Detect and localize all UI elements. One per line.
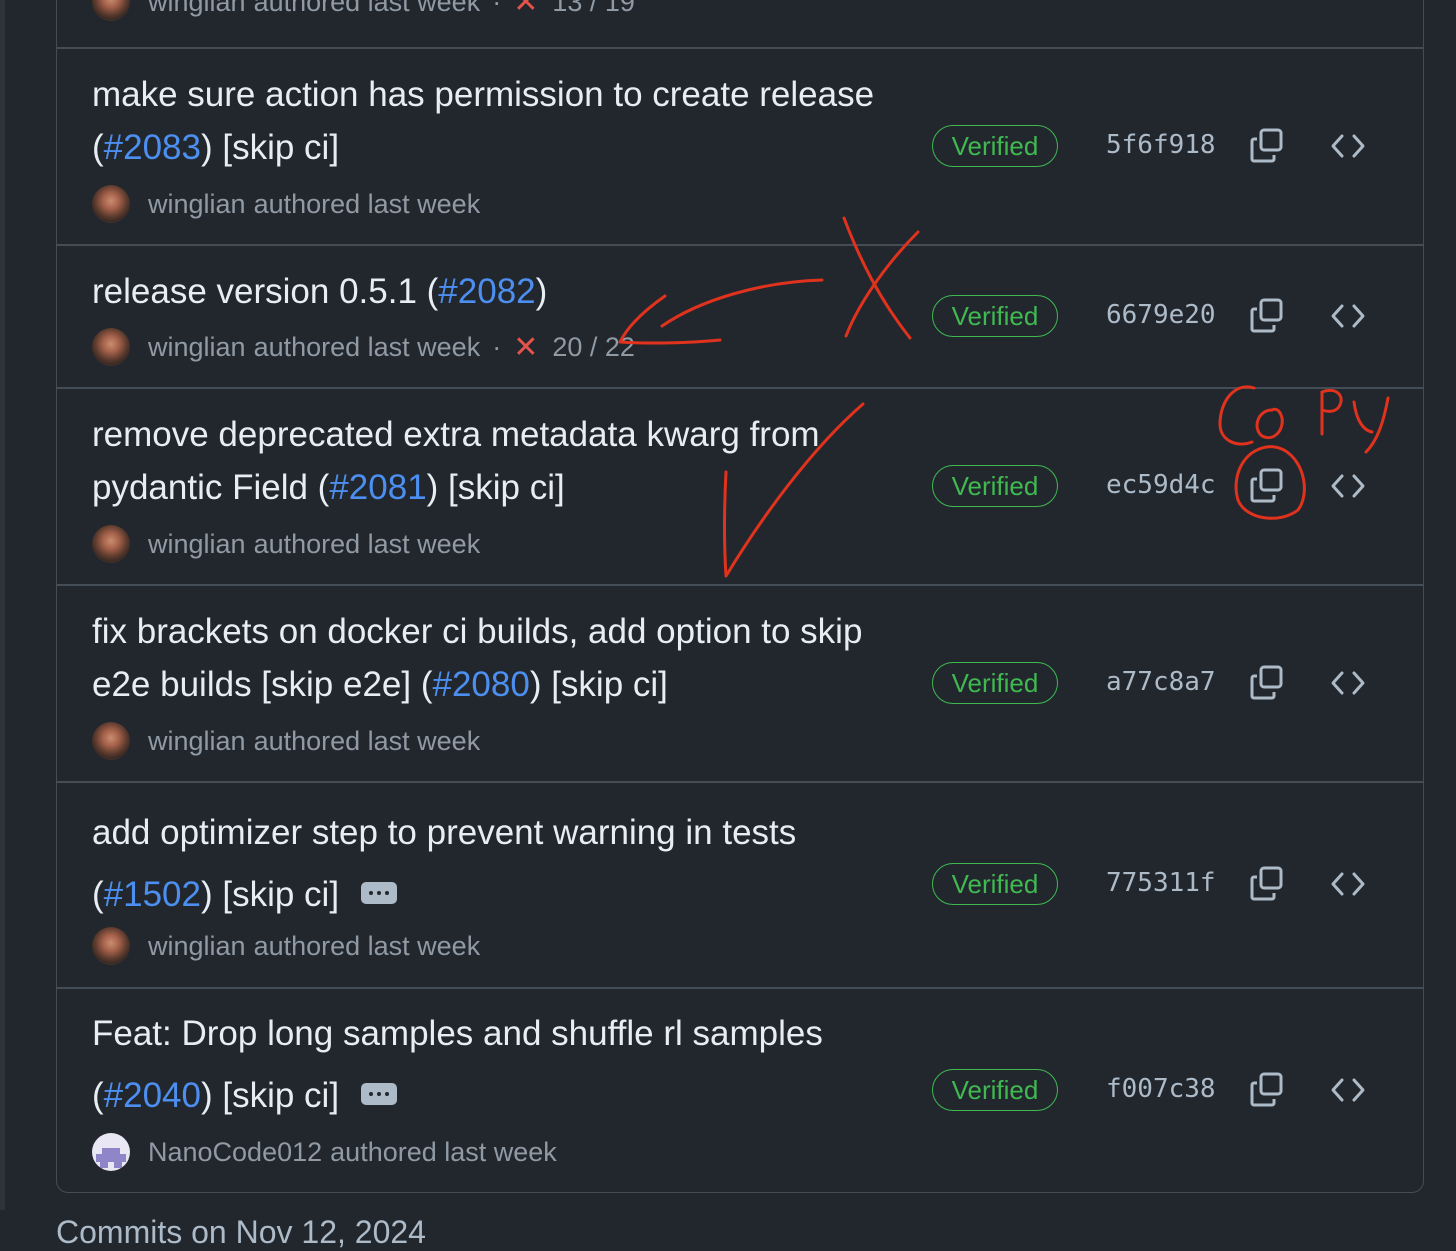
commit-meta: winglian authored last week xyxy=(92,926,480,966)
avatar[interactable] xyxy=(92,927,130,965)
checks-count[interactable]: 13 / 19 xyxy=(552,0,635,18)
checks-failed-icon[interactable]: ✕ xyxy=(513,0,538,20)
author-link[interactable]: winglian xyxy=(148,931,246,962)
commit-title[interactable]: remove deprecated extra metadata kwarg f… xyxy=(92,408,892,514)
commit-sha-link[interactable]: f007c38 xyxy=(1106,1074,1226,1104)
browse-code-icon[interactable] xyxy=(1328,126,1368,166)
authored-text: authored last week xyxy=(253,0,481,17)
commit-title[interactable]: release version 0.5.1 (#2082) xyxy=(92,265,892,318)
commit-meta: winglian authored last week xyxy=(92,524,480,564)
commit-row: make sure action has permission to creat… xyxy=(56,48,1424,244)
copy-icon[interactable] xyxy=(1248,1070,1288,1110)
commit-sha-link[interactable]: 6679e20 xyxy=(1106,300,1226,330)
commit-sha-link[interactable]: ec59d4c xyxy=(1106,470,1226,500)
copy-icon[interactable] xyxy=(1248,864,1288,904)
author-link[interactable]: winglian xyxy=(148,529,246,560)
commit-row: remove deprecated extra metadata kwarg f… xyxy=(56,388,1424,584)
avatar[interactable] xyxy=(92,525,130,563)
copy-icon[interactable] xyxy=(1248,466,1288,506)
pr-link[interactable]: #2080 xyxy=(432,665,529,704)
commit-row: add optimizer step to prevent warning in… xyxy=(56,782,1424,987)
verified-badge[interactable]: Verified xyxy=(932,1069,1058,1111)
avatar[interactable] xyxy=(92,185,130,223)
commit-row: Feat: Drop long samples and shuffle rl s… xyxy=(56,988,1424,1193)
verified-badge[interactable]: Verified xyxy=(932,863,1058,905)
commit-meta: winglian authored last week xyxy=(92,721,480,761)
authored-text: authored last week xyxy=(253,331,481,362)
browse-code-icon[interactable] xyxy=(1328,663,1368,703)
authored-text: authored last week xyxy=(253,188,481,219)
commit-sha-link[interactable]: 775311f xyxy=(1106,868,1226,898)
browse-code-icon[interactable] xyxy=(1328,296,1368,336)
avatar[interactable] xyxy=(92,328,130,366)
commit-title[interactable]: Feat: Drop long samples and shuffle rl s… xyxy=(92,1003,892,1127)
commit-sha-link[interactable]: 5f6f918 xyxy=(1106,130,1226,160)
avatar[interactable] xyxy=(92,1133,130,1171)
verified-badge[interactable]: Verified xyxy=(932,662,1058,704)
authored-text: authored last week xyxy=(253,528,481,559)
copy-icon[interactable] xyxy=(1248,296,1288,336)
browse-code-icon[interactable] xyxy=(1328,466,1368,506)
checks-failed-icon[interactable]: ✕ xyxy=(513,330,538,365)
commit-meta: NanoCode012 authored last week xyxy=(92,1132,557,1172)
verified-badge[interactable]: Verified xyxy=(932,465,1058,507)
authored-text: authored last week xyxy=(330,1136,557,1167)
pr-link[interactable]: #2040 xyxy=(104,1076,201,1115)
avatar[interactable] xyxy=(92,722,130,760)
commit-title[interactable]: add optimizer step to prevent warning in… xyxy=(92,802,892,926)
pr-link[interactable]: #2083 xyxy=(104,128,201,167)
commit-meta: winglian authored last week xyxy=(92,184,480,224)
commit-row: release version 0.5.1 (#2082) winglian a… xyxy=(56,245,1424,387)
browse-code-icon[interactable] xyxy=(1328,1070,1368,1110)
commit-sha-link[interactable]: a77c8a7 xyxy=(1106,667,1226,697)
separator-dot: · xyxy=(492,0,502,17)
browse-code-icon[interactable] xyxy=(1328,864,1368,904)
commit-meta: winglian authored last week · ✕ 20 / 22 xyxy=(92,327,635,367)
pr-link[interactable]: #1502 xyxy=(104,875,201,914)
commit-meta: winglian authored last week · ✕ 13 / 19 xyxy=(92,0,635,22)
author-link[interactable]: winglian xyxy=(148,726,246,757)
author-link[interactable]: winglian xyxy=(148,332,246,363)
checks-count[interactable]: 20 / 22 xyxy=(552,332,635,363)
separator-dot: · xyxy=(492,331,502,362)
author-link[interactable]: winglian xyxy=(148,189,246,220)
pr-link[interactable]: #2082 xyxy=(438,272,535,311)
commit-title[interactable]: make sure action has permission to creat… xyxy=(92,68,892,174)
expand-message-button[interactable] xyxy=(361,1082,398,1105)
copy-icon[interactable] xyxy=(1248,126,1288,166)
authored-text: authored last week xyxy=(253,930,481,961)
commits-date-heading: Commits on Nov 12, 2024 xyxy=(56,1214,426,1250)
commit-title[interactable]: fix brackets on docker ci builds, add op… xyxy=(92,605,892,711)
pr-link[interactable]: #2081 xyxy=(329,468,426,507)
verified-badge[interactable]: Verified xyxy=(932,295,1058,337)
left-gutter xyxy=(0,0,5,1210)
verified-badge[interactable]: Verified xyxy=(932,125,1058,167)
expand-message-button[interactable] xyxy=(361,881,398,904)
author-link[interactable]: NanoCode012 xyxy=(148,1137,322,1168)
avatar[interactable] xyxy=(92,0,130,21)
copy-icon[interactable] xyxy=(1248,663,1288,703)
commit-row: fix brackets on docker ci builds, add op… xyxy=(56,585,1424,781)
author-link[interactable]: winglian xyxy=(148,0,246,18)
authored-text: authored last week xyxy=(253,725,481,756)
